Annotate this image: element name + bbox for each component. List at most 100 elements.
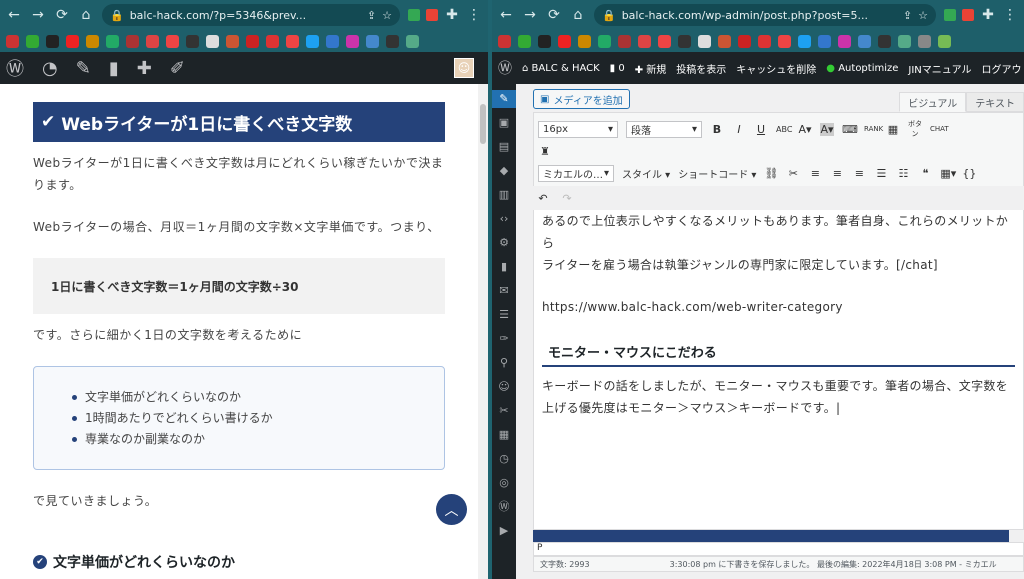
bookmark-icon[interactable] <box>26 34 39 48</box>
bookmark-icon[interactable] <box>918 34 931 48</box>
tab-text[interactable]: テキスト <box>966 92 1024 112</box>
bold-icon[interactable]: B <box>710 123 724 136</box>
bookmark-icon[interactable] <box>406 34 419 48</box>
bookmark-icon[interactable] <box>518 34 531 48</box>
twitter-icon[interactable] <box>306 34 319 48</box>
numbered-list-icon[interactable]: ☷ <box>896 167 910 180</box>
chat-icon[interactable]: CHAT <box>930 125 949 133</box>
undo-icon[interactable]: ↶ <box>536 192 550 205</box>
share-icon[interactable]: ⇪ <box>367 9 376 22</box>
keyboard-icon[interactable]: ⌨ <box>842 123 858 136</box>
wordpress-icon[interactable]: Ⓦ <box>6 55 24 81</box>
extension-icon[interactable] <box>408 9 420 21</box>
dashboard-icon[interactable]: ◔ <box>42 58 58 79</box>
gmail-icon[interactable] <box>146 34 159 48</box>
text-color-icon[interactable]: A▾ <box>798 123 812 136</box>
star-icon[interactable]: ☆ <box>382 9 392 22</box>
comments-icon[interactable]: ▮ <box>109 58 119 79</box>
bookmark-icon[interactable] <box>538 34 551 48</box>
customize-brush-icon[interactable]: ✎ <box>76 58 91 79</box>
edit-pencil-icon[interactable]: ✐ <box>170 58 185 79</box>
bookmark-icon[interactable] <box>778 34 791 48</box>
bullet-list-icon[interactable]: ☰ <box>874 167 888 180</box>
menu-icon[interactable]: ⋮ <box>466 7 482 23</box>
bookmark-icon[interactable] <box>86 34 99 48</box>
extension-icon[interactable] <box>962 9 974 21</box>
wordpress-icon[interactable]: Ⓦ <box>498 58 512 78</box>
extension-icon[interactable] <box>426 9 438 21</box>
table-icon[interactable]: ▦ <box>886 123 900 136</box>
puzzle-icon[interactable]: ✚ <box>980 7 996 23</box>
logout-link[interactable]: ログアウト <box>982 61 1024 76</box>
new-link[interactable]: ✚ 新規 <box>635 61 667 76</box>
import-icon[interactable]: ▦ <box>499 426 509 444</box>
align-right-icon[interactable]: ≡ <box>852 167 866 180</box>
scroll-to-top-button[interactable]: ︿ <box>436 494 467 525</box>
bookmark-icon[interactable] <box>658 34 671 48</box>
reload-icon[interactable]: ⟳ <box>546 7 562 23</box>
jin-manual-link[interactable]: JINマニュアル <box>908 61 971 76</box>
mail-icon[interactable]: ✉ <box>499 282 508 300</box>
scrollbar[interactable] <box>478 84 488 579</box>
quote-icon[interactable]: ❝ <box>918 167 932 180</box>
bookmark-icon[interactable] <box>578 34 591 48</box>
avatar[interactable]: ☺ <box>454 58 474 78</box>
code-icon[interactable]: ‹› <box>500 210 509 228</box>
rank-icon[interactable]: RANK <box>864 125 883 133</box>
bookmark-icon[interactable] <box>286 34 299 48</box>
clock-icon[interactable]: ◷ <box>499 450 509 468</box>
feedback-icon[interactable]: ▥ <box>499 186 509 204</box>
youtube-icon[interactable] <box>558 34 571 48</box>
add-media-button[interactable]: ▣ メディアを追加 <box>533 89 630 109</box>
autoptimize-link[interactable]: ● Autoptimize <box>826 63 898 74</box>
star-icon[interactable]: ☆ <box>918 9 928 22</box>
forward-icon[interactable]: → <box>30 7 46 23</box>
italic-icon[interactable]: I <box>732 123 746 136</box>
home-icon[interactable]: ⌂ <box>78 7 94 23</box>
plugins-icon[interactable]: ⚲ <box>500 354 508 372</box>
instagram-icon[interactable] <box>346 34 359 48</box>
twitter-icon[interactable] <box>798 34 811 48</box>
bookmark-icon[interactable] <box>898 34 911 48</box>
comments-link[interactable]: ▮ 0 <box>610 63 625 74</box>
bookmark-icon[interactable] <box>938 34 951 48</box>
users-icon[interactable]: ☺ <box>498 378 509 396</box>
bookmark-icon[interactable] <box>246 34 259 48</box>
comments-icon[interactable]: ▮ <box>501 258 507 276</box>
gmail-icon[interactable] <box>638 34 651 48</box>
background-color-icon[interactable]: A▾ <box>820 122 834 136</box>
font-family-select[interactable]: ミカエルの… ▾ <box>538 164 614 182</box>
posts-icon[interactable]: ✎ <box>492 90 516 108</box>
format-select[interactable]: 段落 ▾ <box>626 120 702 138</box>
reload-icon[interactable]: ⟳ <box>54 7 70 23</box>
strikethrough-icon[interactable]: ABC <box>776 125 792 134</box>
address-bar[interactable]: 🔒 balc-hack.com/wp-admin/post.php?post=5… <box>594 4 936 26</box>
view-post-link[interactable]: 投稿を表示 <box>676 61 726 76</box>
pages-icon[interactable]: ▤ <box>499 138 509 156</box>
stamp-icon[interactable]: ♜ <box>538 145 552 158</box>
feed-icon[interactable]: ◎ <box>499 474 509 492</box>
bookmark-icon[interactable] <box>678 34 691 48</box>
wordpress-icon[interactable]: Ⓦ <box>499 498 510 516</box>
shortcode-dropdown[interactable]: ショートコード ▾ <box>678 166 756 181</box>
bookmark-icon[interactable] <box>126 34 139 48</box>
style-dropdown[interactable]: スタイル ▾ <box>622 166 670 181</box>
align-center-icon[interactable]: ≡ <box>830 167 844 180</box>
underline-icon[interactable]: U <box>754 123 768 136</box>
bookmark-icon[interactable] <box>698 34 711 48</box>
table-icon[interactable]: ▦▾ <box>940 167 956 180</box>
youtube-icon[interactable] <box>66 34 79 48</box>
bookmark-icon[interactable] <box>6 34 19 48</box>
bookmark-icon[interactable] <box>386 34 399 48</box>
code-icon[interactable]: {} <box>962 167 976 180</box>
tab-visual[interactable]: ビジュアル <box>899 92 967 112</box>
instagram-icon[interactable] <box>838 34 851 48</box>
bookmark-icon[interactable] <box>366 34 379 48</box>
bookmark-icon[interactable] <box>818 34 831 48</box>
new-plus-icon[interactable]: ✚ <box>137 58 152 79</box>
unlink-icon[interactable]: ✂ <box>786 167 800 180</box>
bookmark-icon[interactable] <box>618 34 631 48</box>
menu-icon[interactable]: ⋮ <box>1002 7 1018 23</box>
bookmark-icon[interactable] <box>858 34 871 48</box>
extension-icon[interactable] <box>944 9 956 21</box>
